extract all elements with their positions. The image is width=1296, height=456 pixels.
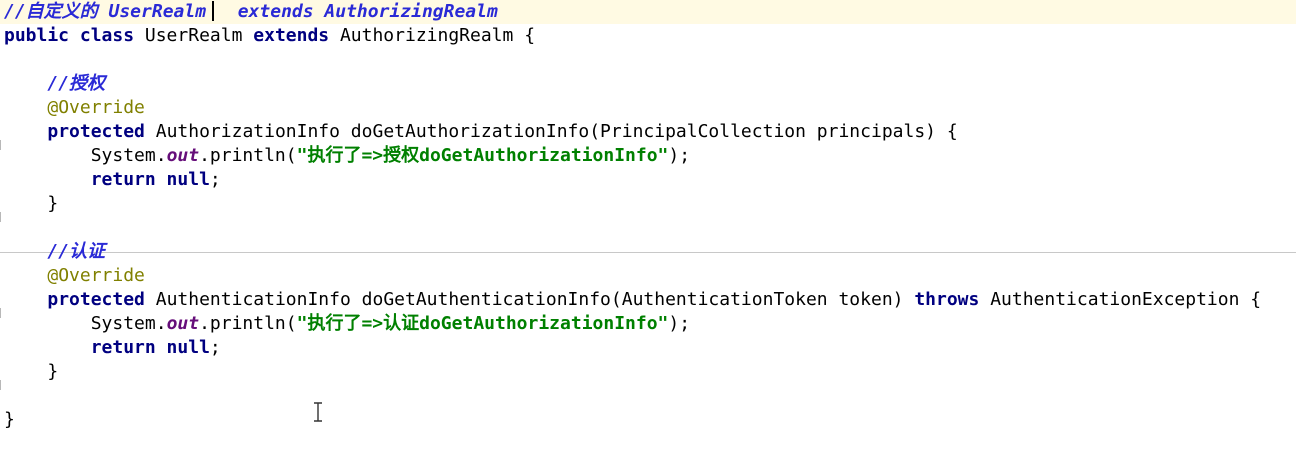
code-line[interactable]: System.out.println("执行了=>认证doGetAuthoriz… (0, 312, 1296, 336)
code-token-plain: ); (668, 145, 691, 166)
code-token-plain: AuthenticationException { (979, 289, 1262, 310)
code-line-content: //认证 (4, 240, 105, 264)
code-token-plain: } (4, 193, 59, 214)
code-token-keyword: extends (253, 25, 330, 46)
code-line[interactable] (0, 216, 1296, 240)
code-line-content: protected AuthorizationInfo doGetAuthori… (4, 120, 958, 144)
code-line[interactable]: return null; (0, 336, 1296, 360)
code-line[interactable]: System.out.println("执行了=>授权doGetAuthoriz… (0, 144, 1296, 168)
code-token-plain: ); (668, 313, 691, 334)
code-token-comment: //授权 (47, 73, 106, 94)
code-token-annotation: @Override (47, 97, 145, 118)
code-line-content: protected AuthenticationInfo doGetAuthen… (4, 288, 1261, 312)
code-token-plain: UserRealm (134, 25, 254, 46)
code-line-content: //自定义的 UserRealm extends AuthorizingReal… (4, 0, 498, 24)
code-token-keyword: protected (47, 289, 145, 310)
code-line-content: System.out.println("执行了=>授权doGetAuthoriz… (4, 144, 690, 168)
code-line-content: } (4, 408, 15, 432)
code-token-plain: } (4, 409, 15, 430)
code-line-content: @Override (4, 96, 145, 120)
code-line-content: } (4, 192, 58, 216)
code-line-content: System.out.println("执行了=>认证doGetAuthoriz… (4, 312, 690, 336)
code-token-string: "执行了=>认证doGetAuthorizationInfo" (296, 313, 669, 334)
code-token-keyword: protected (47, 121, 145, 142)
code-line[interactable]: protected AuthenticationInfo doGetAuthen… (0, 288, 1296, 312)
code-token-plain: AuthorizationInfo doGetAuthorizationInfo… (144, 121, 958, 142)
code-line-content: //授权 (4, 72, 105, 96)
code-line[interactable]: @Override (0, 96, 1296, 120)
code-line[interactable]: //授权 (0, 72, 1296, 96)
text-caret (212, 1, 215, 21)
code-token-plain: } (4, 361, 59, 382)
code-line-content: public class UserRealm extends Authorizi… (4, 24, 535, 48)
code-line[interactable]: return null; (0, 168, 1296, 192)
code-line[interactable]: } (0, 408, 1296, 432)
code-line-content: } (4, 360, 58, 384)
code-line[interactable]: //自定义的 UserRealm extends AuthorizingReal… (0, 0, 1296, 24)
code-line-content: @Override (4, 264, 145, 288)
code-editor[interactable]: //自定义的 UserRealm extends AuthorizingReal… (0, 0, 1296, 456)
code-token-string: "执行了=>授权doGetAuthorizationInfo" (296, 145, 669, 166)
code-token-keyword: return null (90, 337, 210, 358)
code-token-plain: System. (4, 313, 167, 334)
code-line[interactable]: public class UserRealm extends Authorizi… (0, 24, 1296, 48)
code-line[interactable]: protected AuthorizationInfo doGetAuthori… (0, 120, 1296, 144)
code-token-comment: extends AuthorizingRealm (216, 1, 498, 22)
code-line[interactable]: @Override (0, 264, 1296, 288)
code-token-plain: AuthenticationInfo doGetAuthenticationIn… (144, 289, 915, 310)
code-token-keyword: return null (90, 169, 210, 190)
code-line[interactable] (0, 384, 1296, 408)
code-token-comment: //自定义的 UserRealm (4, 1, 207, 22)
code-token-annotation: @Override (47, 265, 145, 286)
code-line[interactable]: } (0, 360, 1296, 384)
code-token-plain: ; (209, 337, 221, 358)
code-token-keyword: throws (914, 289, 980, 310)
code-token-field: out (166, 145, 200, 166)
code-token-plain: .println( (199, 313, 297, 334)
code-token-plain: .println( (199, 145, 297, 166)
code-line-content: return null; (4, 336, 221, 360)
code-token-plain: ; (209, 169, 221, 190)
code-line[interactable]: } (0, 192, 1296, 216)
code-line-content: return null; (4, 168, 221, 192)
code-token-comment: //认证 (47, 241, 106, 262)
code-token-plain: AuthorizingRealm { (329, 25, 536, 46)
code-token-keyword: public class (4, 25, 135, 46)
code-token-plain: System. (4, 145, 167, 166)
code-line[interactable] (0, 48, 1296, 72)
code-token-field: out (166, 313, 200, 334)
code-line[interactable]: //认证 (0, 240, 1296, 264)
